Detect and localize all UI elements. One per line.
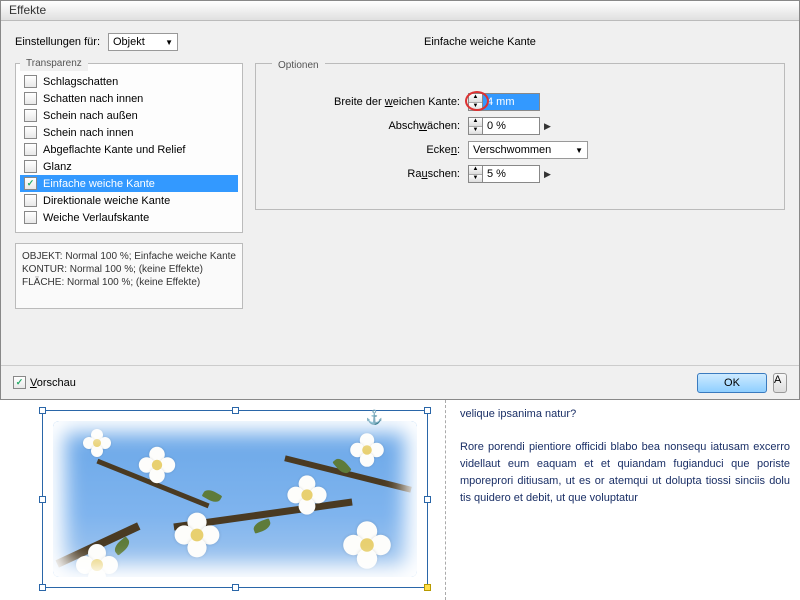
feather-width-spinner[interactable]: ▲▼ [468,93,540,111]
resize-handle[interactable] [424,496,431,503]
checkbox-icon[interactable] [24,194,37,207]
spinner-up-icon[interactable]: ▲ [469,166,482,175]
effect-item[interactable]: Glanz [20,158,238,175]
effects-dialog: Effekte Einstellungen für: Objekt ▼ Einf… [0,0,800,400]
checkbox-icon[interactable] [24,143,37,156]
effect-item[interactable]: Abgeflachte Kante und Relief [20,141,238,158]
checkbox-icon[interactable] [24,177,37,190]
text-heading: velique ipsanima natur? [460,406,790,423]
noise-label: Rauschen: [268,168,468,180]
resize-handle[interactable] [232,407,239,414]
effect-item[interactable]: Schein nach innen [20,124,238,141]
checkbox-icon[interactable] [24,211,37,224]
resize-handle[interactable] [232,584,239,591]
options-group-title: Optionen [272,58,325,73]
anchor-icon: ⚓ [366,409,383,426]
settings-for-label: Einstellungen für: [15,36,100,48]
choke-label: Abschwächen: [268,120,468,132]
spinner-down-icon[interactable]: ▼ [469,103,482,111]
dialog-footer: Vorschau OK A [1,365,799,399]
image-frame[interactable]: ⚓ [42,410,428,588]
chevron-down-icon: ▼ [165,38,173,47]
spinner-up-icon[interactable]: ▲ [469,94,482,103]
resize-handle[interactable] [39,496,46,503]
spinner-down-icon[interactable]: ▼ [469,175,482,183]
effect-item[interactable]: Schein nach außen [20,107,238,124]
settings-for-combo[interactable]: Objekt ▼ [108,33,178,51]
corners-combo[interactable]: Verschwommen ▼ [468,141,588,159]
flyout-icon[interactable]: ▶ [544,169,551,180]
checkbox-icon[interactable] [24,75,37,88]
effect-label: Schlagschatten [43,76,118,88]
spinner-down-icon[interactable]: ▼ [469,127,482,135]
effect-label: Schatten nach innen [43,93,143,105]
document-area: ⚓ velique ipsanima natur? Rore porendi p… [0,400,800,600]
effect-item[interactable]: Direktionale weiche Kante [20,192,238,209]
checkbox-icon[interactable] [24,160,37,173]
resize-handle[interactable] [39,407,46,414]
text-body: Rore porendi pientiore officidi blabo be… [460,439,790,507]
feather-width-input[interactable] [483,94,539,110]
checkbox-icon [13,376,26,389]
status-summary: OBJEKT: Normal 100 %; Einfache weiche Ka… [15,243,243,309]
text-column: velique ipsanima natur? Rore porendi pie… [445,400,800,600]
resize-handle[interactable] [424,584,431,591]
corners-value: Verschwommen [473,144,551,156]
effect-label: Direktionale weiche Kante [43,195,170,207]
effect-label: Weiche Verlaufskante [43,212,149,224]
feather-width-label: Breite der weichen Kante: [268,96,468,108]
effect-item[interactable]: Weiche Verlaufskante [20,209,238,226]
checkbox-icon[interactable] [24,126,37,139]
corners-label: Ecken: [268,144,468,156]
effect-label: Schein nach innen [43,127,134,139]
ok-button[interactable]: OK [697,373,767,393]
effect-label: Glanz [43,161,72,173]
panel-heading: Einfache weiche Kante [424,36,536,48]
preview-checkbox[interactable]: Vorschau [13,376,76,389]
dialog-title: Effekte [1,1,799,21]
checkbox-icon[interactable] [24,109,37,122]
choke-input[interactable] [483,118,539,134]
settings-for-value: Objekt [113,36,145,48]
effect-item[interactable]: Einfache weiche Kante [20,175,238,192]
effect-label: Einfache weiche Kante [43,178,155,190]
effect-item[interactable]: Schatten nach innen [20,90,238,107]
chevron-down-icon: ▼ [575,146,583,155]
spinner-up-icon[interactable]: ▲ [469,118,482,127]
effect-item[interactable]: Schlagschatten [20,73,238,90]
resize-handle[interactable] [39,584,46,591]
resize-handle[interactable] [424,407,431,414]
options-group: Optionen Breite der weichen Kante: ▲▼ [255,63,785,210]
checkbox-icon[interactable] [24,92,37,105]
effect-label: Schein nach außen [43,110,138,122]
effect-label: Abgeflachte Kante und Relief [43,144,186,156]
choke-spinner[interactable]: ▲▼ [468,117,540,135]
placed-image [53,421,417,577]
flyout-icon[interactable]: ▶ [544,121,551,132]
transparency-group: Transparenz SchlagschattenSchatten nach … [15,63,243,233]
transparency-group-title: Transparenz [20,56,88,71]
noise-spinner[interactable]: ▲▼ [468,165,540,183]
noise-input[interactable] [483,166,539,182]
cancel-button-partial[interactable]: A [773,373,787,393]
